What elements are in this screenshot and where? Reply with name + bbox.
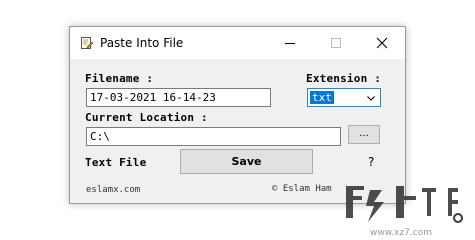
minimize-icon [285,43,295,44]
browse-button[interactable]: ... [348,125,380,144]
chevron-down-icon [367,96,375,101]
help-button[interactable]: ? [368,155,374,169]
extension-select[interactable]: txt [307,88,381,107]
close-icon [376,37,388,49]
current-location-input[interactable]: C:\ [86,127,341,146]
website-link[interactable]: eslamx.com [86,185,140,195]
title-bar[interactable]: Paste Into File [70,27,405,59]
minimize-button[interactable] [267,27,313,59]
paste-into-file-window: Paste Into File Filename : 17-03-2021 16… [69,26,406,204]
extension-label: Extension : [306,72,382,85]
watermark-logo [346,186,463,223]
save-button[interactable]: Save [180,149,313,174]
extension-selected-value: txt [310,91,334,104]
maximize-button[interactable] [313,27,359,59]
filename-input[interactable]: 17-03-2021 16-14-23 [86,88,271,107]
close-button[interactable] [359,27,405,59]
copyright-text: © Eslam Ham [272,184,332,194]
window-title: Paste Into File [100,36,184,50]
maximize-icon [331,38,341,48]
current-location-label: Current Location : [85,111,208,124]
paste-file-icon [81,37,94,49]
watermark-text: www.xz7.com [370,228,432,238]
file-type-label: Text File [85,156,147,169]
filename-label: Filename : [85,72,154,85]
